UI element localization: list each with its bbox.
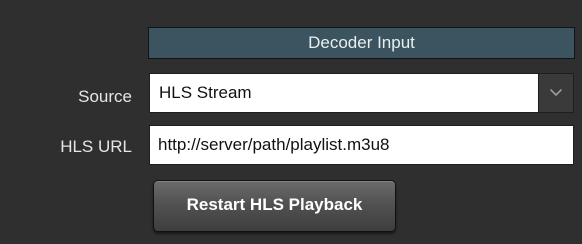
- source-select-value: HLS Stream: [150, 74, 538, 112]
- chevron-down-icon: [550, 89, 562, 97]
- section-header: Decoder Input: [148, 27, 575, 59]
- source-label: Source: [78, 87, 132, 106]
- hls-url-input[interactable]: http://server/path/playlist.m3u8: [149, 125, 574, 165]
- dropdown-button[interactable]: [538, 74, 573, 112]
- decoder-input-panel: Decoder Input Source HLS Stream HLS URL …: [0, 0, 582, 244]
- restart-hls-playback-button[interactable]: Restart HLS Playback: [153, 180, 396, 232]
- hls-url-label: HLS URL: [60, 137, 132, 156]
- source-select[interactable]: HLS Stream: [149, 73, 574, 113]
